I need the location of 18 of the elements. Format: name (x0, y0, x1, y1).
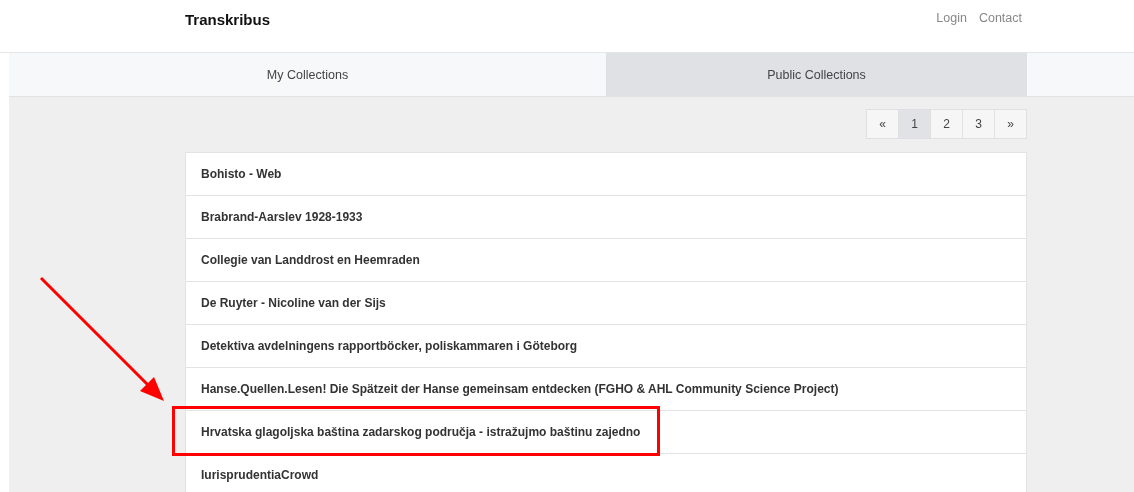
collection-item[interactable]: Detektiva avdelningens rapportböcker, poliskammaren i Göteborg (186, 325, 1026, 368)
collection-item[interactable]: Hrvatska glagoljska baština zadarskog područja - istražujmo baštinu zajedno (186, 411, 1026, 454)
collection-item[interactable]: IurisprudentiaCrowd (186, 454, 1026, 492)
collection-item[interactable]: Brabrand-Aarslev 1928-1933 (186, 196, 1026, 239)
page-link[interactable]: 2 (930, 109, 963, 139)
nav-link[interactable]: Contact (978, 11, 1022, 25)
collection-item[interactable]: Collegie van Landdrost en Heemraden (186, 239, 1026, 282)
page-link[interactable]: « (866, 109, 899, 139)
collection-item[interactable]: Bohisto - Web (186, 153, 1026, 196)
tab[interactable]: My Collections (9, 53, 606, 96)
page-link[interactable]: 1 (898, 109, 931, 139)
collection-item[interactable]: De Ruyter - Nicoline van der Sijs (186, 282, 1026, 325)
brand-name[interactable]: Transkribus (185, 10, 271, 28)
collection-item[interactable]: Hanse.Quellen.Lesen! Die Spätzeit der Hanse gemeinsam entdecken (FGHO & AHL Community Science Project) (186, 368, 1026, 411)
page-link[interactable]: 3 (962, 109, 995, 139)
nav-link[interactable]: Login (936, 11, 967, 25)
page-link[interactable]: » (994, 109, 1027, 139)
tab[interactable]: Public Collections (606, 53, 1027, 96)
